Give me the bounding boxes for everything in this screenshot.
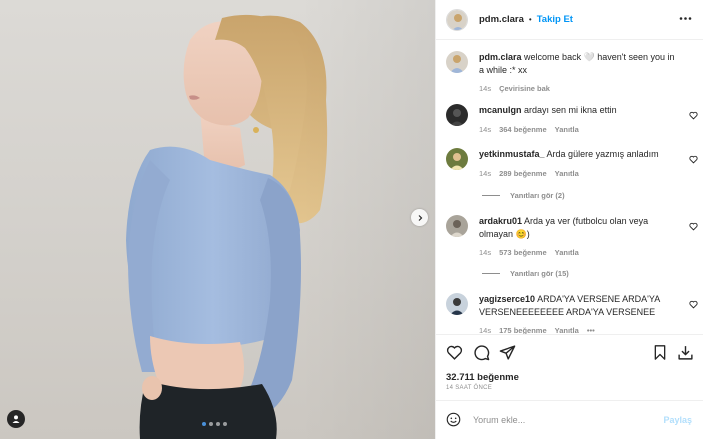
more-horizontal-icon bbox=[679, 17, 692, 20]
emoji-icon bbox=[446, 412, 461, 426]
post-media[interactable] bbox=[0, 0, 435, 439]
avatar[interactable] bbox=[446, 104, 468, 126]
comment-like-count[interactable]: 573 beğenme bbox=[499, 248, 547, 257]
comment-like-count[interactable]: 175 beğenme bbox=[499, 326, 547, 334]
comment-time: 14s bbox=[479, 326, 492, 334]
view-replies-label: Yanıtları gör (15) bbox=[510, 269, 569, 278]
caption-username[interactable]: pdm.clara bbox=[479, 52, 522, 62]
next-slide-button[interactable] bbox=[411, 209, 428, 226]
post-comment-button[interactable]: Paylaş bbox=[663, 415, 692, 425]
translate-button[interactable]: Çevirisine bak bbox=[499, 84, 550, 93]
comment-username[interactable]: ardakru01 bbox=[479, 216, 522, 226]
comment-like-count[interactable]: 289 beğenme bbox=[499, 169, 547, 178]
comment-username[interactable]: yetkinmustafa_ bbox=[479, 149, 545, 159]
heart-icon bbox=[689, 222, 698, 231]
post-actions bbox=[436, 334, 703, 372]
comment-username[interactable]: yagizserce10 bbox=[479, 294, 535, 304]
bookmark-icon bbox=[654, 345, 666, 360]
like-count[interactable]: 32.711 beğenme bbox=[446, 372, 519, 383]
comment-time: 14s bbox=[479, 248, 492, 257]
instagram-post-modal: pdm.clara • Takip Et pdm.clara welcome b… bbox=[0, 0, 703, 439]
post-details: pdm.clara • Takip Et pdm.clara welcome b… bbox=[435, 0, 703, 439]
tagged-users-button[interactable] bbox=[7, 410, 25, 428]
comment-button[interactable] bbox=[473, 344, 490, 363]
comment-like-button[interactable] bbox=[689, 155, 698, 166]
reply-button[interactable]: Yanıtla bbox=[555, 248, 579, 257]
replies-line bbox=[482, 273, 500, 274]
carousel-dot bbox=[202, 422, 206, 426]
avatar[interactable] bbox=[446, 293, 468, 315]
comment-like-button[interactable] bbox=[689, 222, 698, 233]
follow-button[interactable]: Takip Et bbox=[537, 14, 573, 25]
avatar[interactable] bbox=[446, 51, 468, 73]
save-button[interactable] bbox=[652, 344, 668, 363]
comment-text: ardayı sen mi ikna ettin bbox=[524, 105, 617, 115]
comment-time: 14s bbox=[479, 168, 492, 178]
chevron-right-icon bbox=[418, 214, 422, 221]
comment-input[interactable] bbox=[473, 415, 653, 425]
comment-like-count[interactable]: 364 beğenme bbox=[499, 125, 547, 134]
header-separator: • bbox=[528, 15, 532, 24]
reply-button[interactable]: Yanıtla bbox=[555, 125, 579, 134]
post-timestamp: 14 SAAT ÖNCE bbox=[446, 385, 493, 391]
heart-icon bbox=[689, 111, 698, 120]
heart-icon bbox=[689, 300, 698, 309]
like-button[interactable] bbox=[446, 344, 463, 363]
comment-icon bbox=[474, 345, 490, 361]
view-replies-button[interactable]: Yanıtları gör (2) bbox=[482, 191, 565, 200]
emoji-button[interactable] bbox=[446, 412, 461, 429]
avatar[interactable] bbox=[446, 8, 468, 31]
comment-text: Arda gülere yazmış anladım bbox=[546, 149, 659, 159]
avatar-image bbox=[446, 104, 468, 126]
comment-composer: Paylaş bbox=[436, 400, 703, 439]
comment-options-button[interactable]: ••• bbox=[587, 326, 595, 334]
reply-button[interactable]: Yanıtla bbox=[555, 169, 579, 178]
comments-list[interactable]: pdm.clara welcome back 🤍 haven't seen yo… bbox=[436, 41, 703, 334]
avatar[interactable] bbox=[446, 148, 468, 170]
save-to-collection-icon bbox=[678, 346, 693, 360]
avatar-image bbox=[447, 9, 467, 30]
carousel-dot bbox=[209, 422, 213, 426]
save-to-collection-button[interactable] bbox=[677, 344, 694, 363]
comment-like-button[interactable] bbox=[689, 300, 698, 311]
reply-button[interactable]: Yanıtla bbox=[555, 326, 579, 334]
comment-like-button[interactable] bbox=[689, 111, 698, 122]
caption-text: pdm.clara welcome back 🤍 haven't seen yo… bbox=[479, 51, 679, 76]
share-button[interactable] bbox=[499, 344, 516, 363]
avatar-image bbox=[446, 215, 468, 237]
avatar-image bbox=[446, 148, 468, 170]
avatar-image bbox=[446, 293, 468, 315]
caption-time: 14s bbox=[479, 84, 492, 93]
send-icon bbox=[499, 345, 516, 360]
carousel-indicator bbox=[202, 422, 227, 426]
carousel-dot bbox=[223, 422, 227, 426]
comment-time: 14s bbox=[479, 124, 492, 134]
view-replies-button[interactable]: Yanıtları gör (15) bbox=[482, 269, 569, 278]
post-header: pdm.clara • Takip Et bbox=[436, 0, 703, 40]
comment-username[interactable]: mcanulgn bbox=[479, 105, 522, 115]
avatar[interactable] bbox=[446, 215, 468, 237]
carousel-dot bbox=[216, 422, 220, 426]
heart-icon bbox=[689, 155, 698, 164]
view-replies-label: Yanıtları gör (2) bbox=[510, 191, 565, 200]
post-author-username[interactable]: pdm.clara bbox=[479, 14, 524, 25]
user-tag-icon bbox=[12, 415, 20, 423]
avatar-image bbox=[446, 51, 468, 73]
more-options-button[interactable] bbox=[679, 12, 692, 27]
replies-line bbox=[482, 195, 500, 196]
heart-icon bbox=[446, 345, 463, 360]
